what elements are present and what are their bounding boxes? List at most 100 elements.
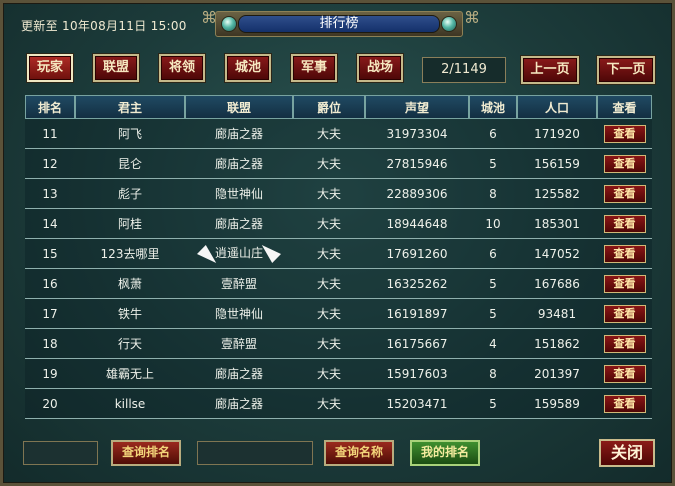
cities-cell: 4	[469, 329, 517, 359]
rank-query-input[interactable]	[23, 441, 98, 465]
view-button[interactable]: 查看	[603, 274, 646, 293]
title-cell: 大夫	[293, 239, 365, 269]
view-button[interactable]: 查看	[603, 214, 646, 233]
rank-cell: 19	[25, 359, 75, 389]
lord-name: 彪子	[75, 179, 185, 209]
view-button[interactable]: 查看	[603, 124, 646, 143]
query-name-button[interactable]: 查询名称	[324, 440, 394, 466]
col-header-lord: 君主	[75, 95, 185, 119]
ranking-panel: 更新至 10年08月11日 15:00 排行榜 ⌘ ⌘ 玩家 联盟 将领 城池 …	[0, 0, 675, 486]
population-cell: 151862	[517, 329, 597, 359]
updated-time: 更新至 10年08月11日 15:00	[21, 19, 187, 33]
view-button[interactable]: 查看	[603, 184, 646, 203]
title-cell: 大夫	[293, 359, 365, 389]
prestige-cell: 15203471	[365, 389, 469, 419]
alliance-name: 壹醉盟	[185, 329, 293, 359]
cities-cell: 8	[469, 359, 517, 389]
col-header-prestige: 声望	[365, 95, 469, 119]
alliance-name: 壹醉盟	[185, 269, 293, 299]
alliance-name: 逍遥山庄	[214, 246, 263, 261]
alliance-name: 廊庙之器	[185, 389, 293, 419]
col-header-title: 爵位	[293, 95, 365, 119]
jade-orb-icon	[221, 16, 237, 32]
rank-cell: 14	[25, 209, 75, 239]
col-header-population: 人口	[517, 95, 597, 119]
ranking-table: 排名 君主 联盟 爵位 声望 城池 人口 查看 11 阿飞 廊庙之器 大夫 31…	[25, 95, 652, 419]
table-row: 11 阿飞 廊庙之器 大夫 31973304 6 171920 查看	[25, 119, 652, 149]
rank-cell: 20	[25, 389, 75, 419]
cities-cell: 6	[469, 239, 517, 269]
view-button[interactable]: 查看	[603, 394, 646, 413]
table-row: 18 行天 壹醉盟 大夫 16175667 4 151862 查看	[25, 329, 652, 359]
rank-cell: 15	[25, 239, 75, 269]
prev-page-button[interactable]: 上一页	[521, 56, 579, 84]
population-cell: 201397	[517, 359, 597, 389]
view-button[interactable]: 查看	[603, 334, 646, 353]
my-rank-button[interactable]: 我的排名	[410, 440, 480, 466]
alliance-cell: 逍遥山庄	[185, 239, 293, 269]
lord-name: 枫萧	[75, 269, 185, 299]
col-header-view: 查看	[597, 95, 652, 119]
prestige-cell: 18944648	[365, 209, 469, 239]
tab-military[interactable]: 军事	[291, 54, 337, 82]
view-button[interactable]: 查看	[603, 244, 646, 263]
lord-name: 雄霸无上	[75, 359, 185, 389]
cities-cell: 6	[469, 119, 517, 149]
close-button[interactable]: 关闭	[599, 439, 655, 467]
lord-name: 铁牛	[75, 299, 185, 329]
lord-name: 昆仑	[75, 149, 185, 179]
next-page-button[interactable]: 下一页	[597, 56, 655, 84]
title-cell: 大夫	[293, 149, 365, 179]
population-cell: 147052	[517, 239, 597, 269]
name-query-input[interactable]	[197, 441, 313, 465]
prestige-cell: 22889306	[365, 179, 469, 209]
prestige-cell: 16325262	[365, 269, 469, 299]
title-frame: 排行榜	[215, 11, 463, 37]
tab-city[interactable]: 城池	[225, 54, 271, 82]
population-cell: 93481	[517, 299, 597, 329]
lord-name: 123去哪里	[75, 239, 185, 269]
lord-name: 阿飞	[75, 119, 185, 149]
prestige-cell: 27815946	[365, 149, 469, 179]
alliance-name: 廊庙之器	[185, 149, 293, 179]
knot-ornament-icon: ⌘	[201, 8, 217, 27]
table-row: 17 铁牛 隐世神仙 大夫 16191897 5 93481 查看	[25, 299, 652, 329]
view-button[interactable]: 查看	[603, 154, 646, 173]
tab-player[interactable]: 玩家	[27, 54, 73, 82]
title-cell: 大夫	[293, 179, 365, 209]
title-cell: 大夫	[293, 329, 365, 359]
population-cell: 125582	[517, 179, 597, 209]
title-cell: 大夫	[293, 299, 365, 329]
alliance-wing-icon	[261, 244, 287, 263]
jade-orb-icon	[441, 16, 457, 32]
cities-cell: 10	[469, 209, 517, 239]
tab-battlefield[interactable]: 战场	[357, 54, 403, 82]
rank-cell: 11	[25, 119, 75, 149]
col-header-rank: 排名	[25, 95, 75, 119]
col-header-alliance: 联盟	[185, 95, 293, 119]
prestige-cell: 16191897	[365, 299, 469, 329]
table-row: 19 雄霸无上 廊庙之器 大夫 15917603 8 201397 查看	[25, 359, 652, 389]
tab-general[interactable]: 将领	[159, 54, 205, 82]
alliance-name: 隐世神仙	[185, 299, 293, 329]
population-cell: 156159	[517, 149, 597, 179]
title-cell: 大夫	[293, 389, 365, 419]
view-button[interactable]: 查看	[603, 364, 646, 383]
cities-cell: 5	[469, 389, 517, 419]
lord-name: 行天	[75, 329, 185, 359]
view-button[interactable]: 查看	[603, 304, 646, 323]
table-row: 15 123去哪里 逍遥山庄 大夫 17691260 6 147052 查看	[25, 239, 652, 269]
col-header-cities: 城池	[469, 95, 517, 119]
alliance-name: 廊庙之器	[185, 209, 293, 239]
population-cell: 159589	[517, 389, 597, 419]
prestige-cell: 16175667	[365, 329, 469, 359]
table-row: 20 killse 廊庙之器 大夫 15203471 5 159589 查看	[25, 389, 652, 419]
prestige-cell: 15917603	[365, 359, 469, 389]
title-cell: 大夫	[293, 269, 365, 299]
alliance-name: 隐世神仙	[185, 179, 293, 209]
query-rank-button[interactable]: 查询排名	[111, 440, 181, 466]
tab-alliance[interactable]: 联盟	[93, 54, 139, 82]
alliance-wing-icon	[191, 244, 217, 263]
lord-name: 阿桂	[75, 209, 185, 239]
title-cell: 大夫	[293, 119, 365, 149]
